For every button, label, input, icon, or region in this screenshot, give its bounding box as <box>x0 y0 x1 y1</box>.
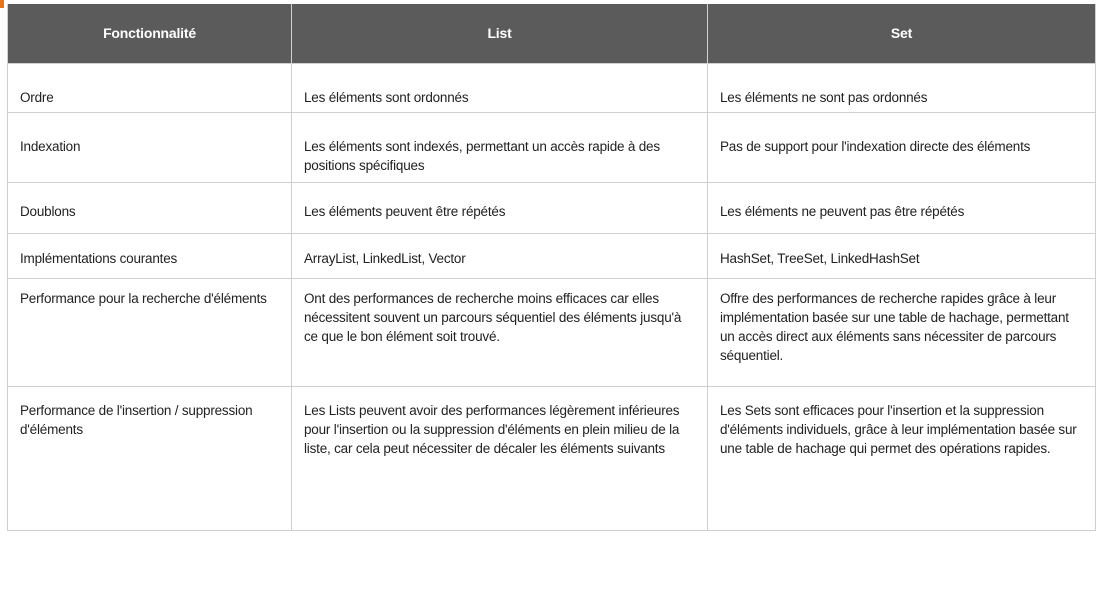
feature-cell: Indexation <box>7 112 292 183</box>
set-cell: Les éléments ne peuvent pas être répétés <box>707 182 1096 234</box>
header-row: Fonctionnalité List Set <box>7 4 1096 64</box>
set-cell: Pas de support pour l'indexation directe… <box>707 112 1096 183</box>
feature-cell: Implémentations courantes <box>7 233 292 279</box>
table-row: Doublons Les éléments peuvent être répét… <box>7 182 1096 234</box>
set-cell: Les Sets sont efficaces pour l'insertion… <box>707 386 1096 531</box>
list-cell: Ont des performances de recherche moins … <box>291 278 708 387</box>
table-body: Ordre Les éléments sont ordonnés Les élé… <box>7 63 1096 531</box>
corner-accent-mark <box>0 0 4 8</box>
table-row: Performance pour la recherche d'éléments… <box>7 278 1096 387</box>
list-cell: Les éléments peuvent être répétés <box>291 182 708 234</box>
feature-cell: Performance de l'insertion / suppression… <box>7 386 292 531</box>
feature-cell: Doublons <box>7 182 292 234</box>
feature-cell: Ordre <box>7 63 292 113</box>
set-cell: Les éléments ne sont pas ordonnés <box>707 63 1096 113</box>
list-cell: Les Lists peuvent avoir des performances… <box>291 386 708 531</box>
header-feature: Fonctionnalité <box>7 4 292 64</box>
list-cell: Les éléments sont indexés, permettant un… <box>291 112 708 183</box>
table-row: Indexation Les éléments sont indexés, pe… <box>7 112 1096 183</box>
set-cell: Offre des performances de recherche rapi… <box>707 278 1096 387</box>
list-cell: ArrayList, LinkedList, Vector <box>291 233 708 279</box>
feature-cell: Performance pour la recherche d'éléments <box>7 278 292 387</box>
table-row: Implémentations courantes ArrayList, Lin… <box>7 233 1096 279</box>
header-set: Set <box>707 4 1096 64</box>
header-list: List <box>291 4 708 64</box>
set-cell: HashSet, TreeSet, LinkedHashSet <box>707 233 1096 279</box>
table-row: Performance de l'insertion / suppression… <box>7 386 1096 531</box>
table-row: Ordre Les éléments sont ordonnés Les élé… <box>7 63 1096 113</box>
comparison-table: Fonctionnalité List Set Ordre Les élémen… <box>7 4 1096 531</box>
list-cell: Les éléments sont ordonnés <box>291 63 708 113</box>
table-header: Fonctionnalité List Set <box>7 4 1096 64</box>
